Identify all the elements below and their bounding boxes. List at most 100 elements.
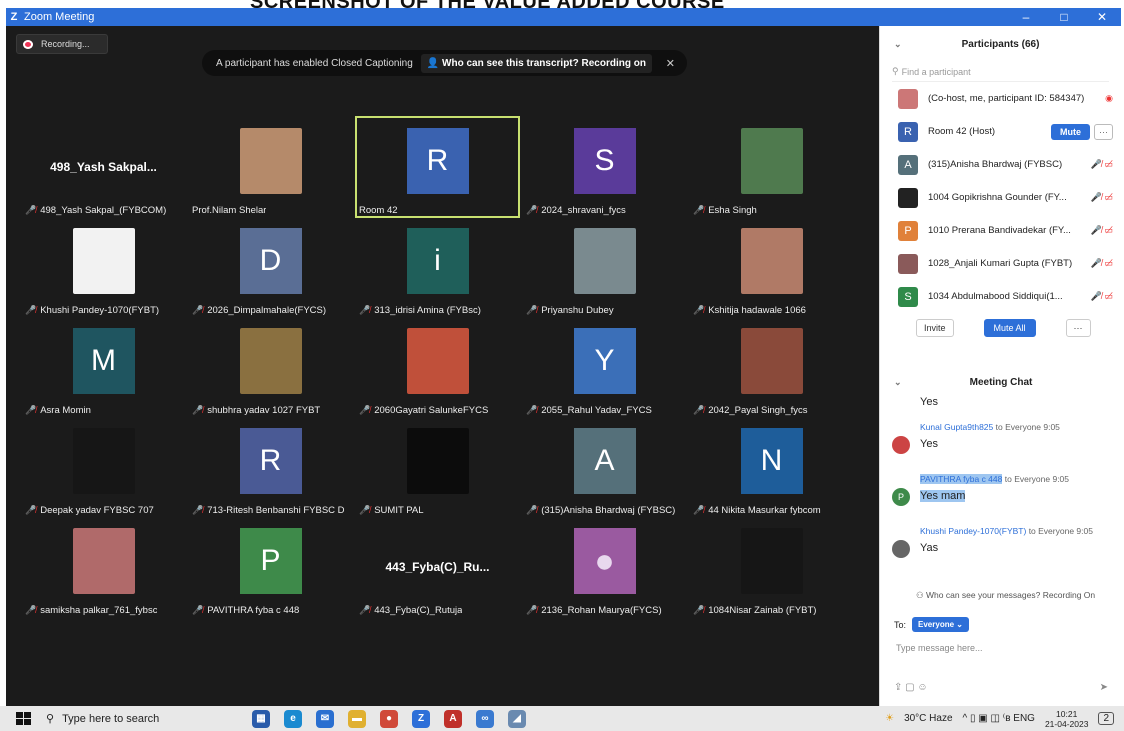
participant-row[interactable]: S 1034 Abdulmabood Siddiqui(1... 🎤̸ ▭̸ (880, 280, 1121, 313)
recipient-dropdown[interactable]: Everyone ⌄ (912, 617, 969, 632)
tile-name-label: 🎤̸ 2026_Dimpalmahale(FYCS) (192, 305, 327, 316)
participant-row[interactable]: A (315)Anisha Bhardwaj (FYBSC) 🎤̸ ▭̸ (880, 148, 1121, 181)
video-tile[interactable]: 🎤̸ shubhra yadav 1027 FYBT (188, 316, 353, 418)
minimize-button[interactable]: – (1007, 10, 1045, 24)
video-tile[interactable]: 🎤̸ 1084Nisar Zainab (FYBT) (689, 516, 854, 618)
participant-video (573, 228, 636, 294)
video-tile[interactable]: Y 🎤̸ 2055_Rahul Yadav_FYCS (522, 316, 687, 418)
tile-name-label: 🎤̸ 2060Gayatri SalunkeFYCS (359, 405, 489, 416)
chat-privacy-notice[interactable]: ⚇ Who can see your messages? Recording O… (916, 590, 1095, 601)
tile-name-label: 🎤̸ Deepak yadav FYBSC 707 (25, 505, 154, 516)
app-app-icon[interactable]: ∞ (476, 709, 494, 728)
tray-icons[interactable]: ^ ▯ ▣ ◫ ⁽ʙ ENG (963, 713, 1035, 724)
mute-button[interactable]: Mute (1051, 123, 1090, 140)
video-tile[interactable]: 🎤̸ Khushi Pandey-1070(FYBT) (21, 216, 186, 318)
participant-avatar: P (239, 528, 302, 594)
mute-all-button[interactable]: Mute All (983, 319, 1036, 337)
video-tile[interactable]: 🎤̸ 2060Gayatri SalunkeFYCS (355, 316, 520, 418)
notification-badge[interactable]: 2 (1098, 712, 1114, 725)
sender-avatar: P (892, 488, 910, 506)
tile-name-label: 🎤̸ 498_Yash Sakpal_(FYBCOM) (25, 205, 167, 216)
edge-app-icon[interactable]: e (284, 709, 302, 728)
weather-label[interactable]: 30°C Haze (904, 713, 952, 724)
tile-name-label: 🎤̸ 2024_shravani_fycs (526, 205, 626, 216)
participant-row[interactable]: P 1010 Prerana Bandivadekar (FY... 🎤̸ ▭̸ (880, 214, 1121, 247)
video-tile[interactable]: N 🎤̸ 44 Nikita Masurkar fybcom (689, 416, 854, 518)
chevron-down-icon[interactable]: ⌄ (894, 377, 902, 388)
video-tile[interactable]: 🎤̸ Deepak yadav FYBSC 707 (21, 416, 186, 518)
close-window-button[interactable]: ✕ (1083, 10, 1121, 24)
tile-name-label: 🎤̸ SUMIT PAL (359, 505, 424, 516)
more-button[interactable]: ··· (1094, 123, 1113, 140)
participant-avatar: A (898, 154, 918, 175)
participant-row[interactable]: R Room 42 (Host) Mute ··· (880, 115, 1121, 148)
app2-app-icon[interactable]: ◢ (508, 709, 526, 728)
video-tile[interactable]: R 🎤̸ 713-Ritesh Benbanshi FYBSC D (188, 416, 353, 518)
participant-video (740, 228, 803, 294)
video-tile[interactable]: 🎤̸ 2042_Payal Singh_fycs (689, 316, 854, 418)
participant-row[interactable]: 1028_Anjali Kumari Gupta (FYBT) 🎤̸ ▭̸ (880, 247, 1121, 280)
close-banner-icon[interactable]: ✕ (666, 57, 675, 70)
screenshot-page: SCREENSHOT OF THE VALUE ADDED COURSE Z Z… (0, 0, 1124, 731)
video-tile[interactable]: 498_Yash Sakpal... 🎤̸ 498_Yash Sakpal_(FYB… (21, 116, 186, 218)
tile-name-label: 🎤̸ 44 Nikita Masurkar fybcom (693, 505, 821, 516)
pdf-app-icon[interactable]: A (444, 709, 462, 728)
maximize-button[interactable]: □ (1045, 10, 1083, 24)
video-tile[interactable]: 🎤̸ Priyanshu Dubey (522, 216, 687, 318)
video-tile[interactable]: 🎤̸ SUMIT PAL (355, 416, 520, 518)
video-tile[interactable]: S 🎤̸ 2024_shravani_fycs (522, 116, 687, 218)
mic-muted-icon: 🎤̸ (359, 405, 371, 415)
recording-indicator[interactable]: Recording... (16, 34, 108, 54)
participant-row[interactable]: (Co-host, me, participant ID: 584347) ◉ (880, 82, 1121, 115)
mic-muted-icon: 🎤̸ (526, 405, 538, 415)
participant-row[interactable]: 1004 Gopikrishna Gounder (FY... 🎤̸ ▭̸ (880, 181, 1121, 214)
video-tile[interactable]: M 🎤̸ Asra Momin (21, 316, 186, 418)
participants-header: ⌄ Participants (66) (880, 26, 1121, 62)
participant-avatar: N (740, 428, 803, 494)
chrome-app-icon[interactable]: ● (380, 709, 398, 728)
participant-avatar: A (573, 428, 636, 494)
video-tile[interactable]: i 🎤̸ 313_idrisi Amina (FYBsc) (355, 216, 520, 318)
chat-tools-icons[interactable]: ⇪ ▢ ☺ (894, 682, 928, 693)
chat-input[interactable]: Type message here... (896, 643, 983, 653)
mic-muted-icon: 🎤̸ (693, 205, 705, 215)
more-options-button[interactable]: ··· (1065, 319, 1091, 337)
video-tile[interactable]: 🎤̸ samiksha palkar_761_fybsc (21, 516, 186, 618)
windows-start-icon[interactable] (16, 711, 32, 726)
participant-avatar: M (72, 328, 135, 394)
tile-name-label: 🎤̸ (315)Anisha Bhardwaj (FYBSC) (526, 505, 676, 516)
video-tile[interactable]: 🎤̸ Kshitija hadawale 1066 (689, 216, 854, 318)
participant-avatar (898, 88, 918, 109)
clock[interactable]: 10:21 21-04-2023 (1045, 709, 1088, 729)
chat-title: Meeting Chat (969, 376, 1033, 388)
chevron-down-icon[interactable]: ⌄ (894, 39, 902, 50)
caption-banner-text: A participant has enabled Closed Caption… (216, 57, 413, 69)
participant-name: 1010 Prerana Bandivadekar (FY... (928, 225, 1071, 236)
video-tile[interactable]: 🎤̸ Esha Singh (689, 116, 854, 218)
mail-app-icon[interactable]: ✉ (316, 709, 334, 728)
store-app-icon[interactable]: ▦ (252, 709, 270, 728)
chat-header: ⌄ Meeting Chat (880, 368, 1122, 396)
participant-search-input[interactable]: ⚲ Find a participant (892, 62, 1109, 82)
tile-name-label: 🎤̸ 2136_Rohan Maurya(FYCS) (526, 605, 662, 616)
caption-banner: A participant has enabled Closed Caption… (202, 50, 687, 76)
video-tile[interactable]: 443_Fyba(C)_Ru... 🎤̸ 443_Fyba(C)_Rutuja (355, 516, 520, 618)
taskbar-search[interactable]: ⚲ Type here to search (46, 712, 216, 726)
participants-title: Participants (66) (961, 38, 1040, 50)
mic-video-muted-icon: 🎤̸ ▭̸ (1090, 225, 1113, 235)
video-tile[interactable]: D 🎤̸ 2026_Dimpalmahale(FYCS) (188, 216, 353, 318)
explorer-app-icon[interactable]: ▬ (348, 709, 366, 728)
mic-muted-icon: 🎤̸ (359, 305, 371, 315)
video-tile[interactable]: R Room 42 (355, 116, 520, 218)
mic-muted-icon: 🎤̸ (192, 405, 204, 415)
send-icon[interactable]: ➤ (1100, 682, 1108, 693)
transcript-info-link[interactable]: 👤 Who can see this transcript? Recording… (420, 53, 652, 73)
video-tile[interactable]: P 🎤̸ PAVITHRA fyba c 448 (188, 516, 353, 618)
tile-name-label: 🎤̸ 2055_Rahul Yadav_FYCS (526, 405, 652, 416)
video-tile[interactable]: A 🎤̸ (315)Anisha Bhardwaj (FYBSC) (522, 416, 687, 518)
invite-button[interactable]: Invite (916, 319, 954, 337)
video-tile[interactable]: Prof.Nilam Shelar (188, 116, 353, 218)
search-icon: ⚲ (892, 66, 899, 76)
video-tile[interactable]: ● 🎤̸ 2136_Rohan Maurya(FYCS) (522, 516, 687, 618)
zoom-app-icon[interactable]: Z (412, 709, 430, 728)
